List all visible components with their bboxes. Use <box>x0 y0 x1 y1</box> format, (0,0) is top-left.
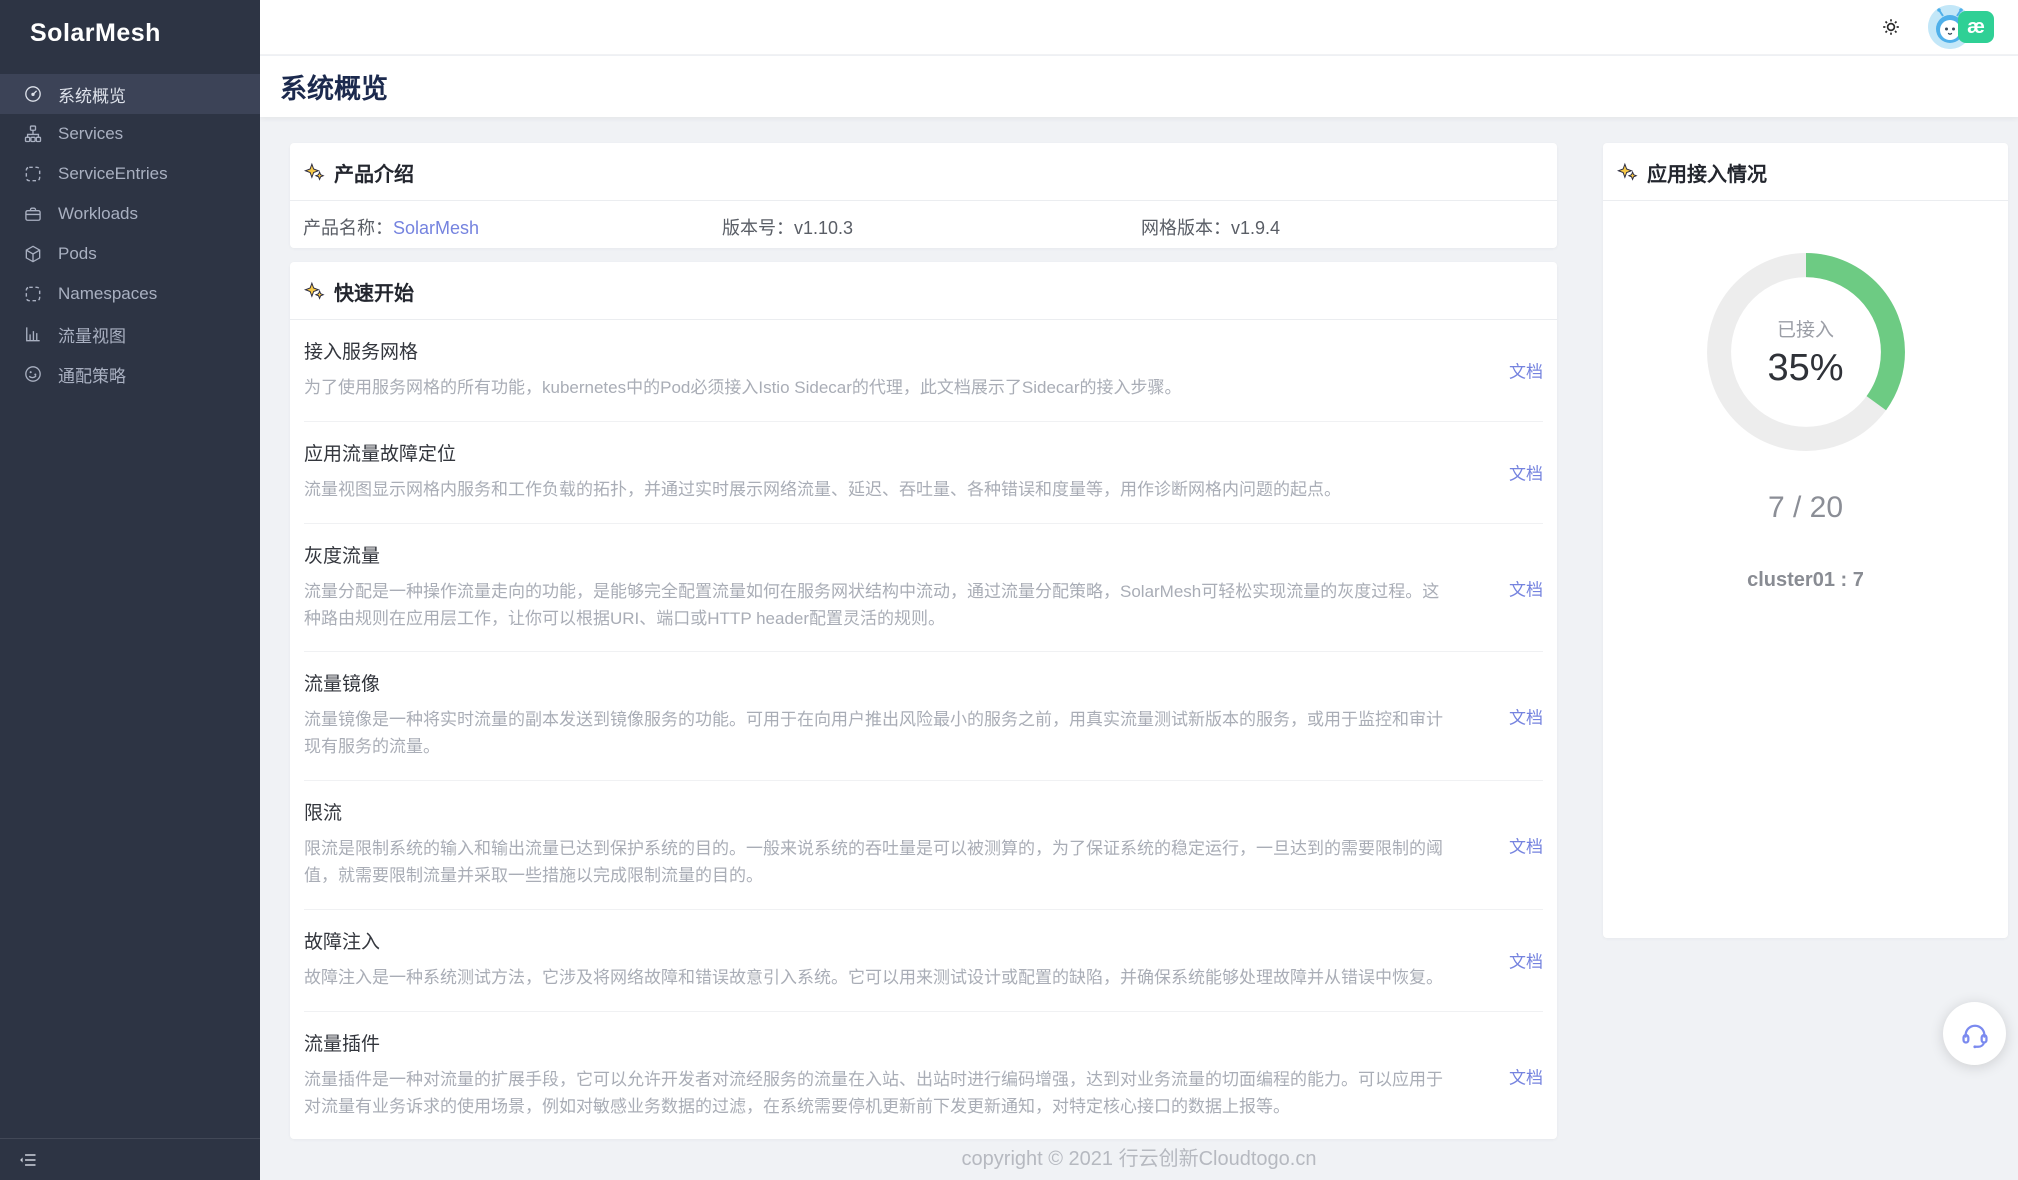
version-field: 版本号：v1.10.3 <box>722 214 853 240</box>
product-intro-card: 产品介绍 产品名称：SolarMesh 版本号：v1.10.3 网格版本：v1.… <box>290 143 1557 248</box>
product-name-link[interactable]: SolarMesh <box>393 218 479 238</box>
sidebar-item-traffic-view[interactable]: 流量视图 <box>0 314 260 354</box>
user-avatar-group: æ <box>1928 5 1994 49</box>
app-access-header: 应用接入情况 <box>1603 143 2008 201</box>
doc-link[interactable]: 文档 <box>1509 948 1543 973</box>
support-float-button[interactable] <box>1943 1002 2006 1065</box>
app-access-card: 应用接入情况 已接入 35% 7 / 20 cluster01 : 7 <box>1603 143 2008 938</box>
quickstart-item-desc: 流量镜像是一种将实时流量的副本发送到镜像服务的功能。可用于在向用户推出风险最小的… <box>304 707 1443 761</box>
services-icon <box>23 124 43 144</box>
field-label: 网格版本： <box>1141 218 1231 238</box>
doc-link[interactable]: 文档 <box>1509 358 1543 383</box>
quickstart-item: 流量插件 流量插件是一种对流量的扩展手段，它可以允许开发者对流经服务的流量在入站… <box>304 1012 1543 1140</box>
service-entries-icon <box>23 164 43 184</box>
sidebar-item-services[interactable]: Services <box>0 114 260 154</box>
doc-link[interactable]: 文档 <box>1509 460 1543 485</box>
field-value: v1.10.3 <box>794 218 853 238</box>
title-bar: 系统概览 <box>260 56 2018 117</box>
namespaces-icon <box>23 284 43 304</box>
section-title: 产品介绍 <box>334 158 414 187</box>
collapse-sidebar-icon[interactable] <box>18 1150 38 1170</box>
doc-link[interactable]: 文档 <box>1509 704 1543 729</box>
quickstart-item-desc: 流量视图显示网格内服务和工作负载的拓扑，并通过实时展示网络流量、延迟、吞吐量、各… <box>304 477 1443 504</box>
product-name-field: 产品名称：SolarMesh <box>303 214 479 240</box>
donut-center-label: 已接入 35% <box>1695 241 1917 463</box>
quickstart-header: 快速开始 <box>290 262 1557 320</box>
page-title: 系统概览 <box>280 67 388 106</box>
sidebar-item-label: 系统概览 <box>58 82 126 107</box>
quickstart-item-desc: 故障注入是一种系统测试方法，它涉及将网络故障和错误故意引入系统。它可以用来测试设… <box>304 965 1443 992</box>
field-label: 版本号： <box>722 218 794 238</box>
traffic-view-icon <box>23 324 43 344</box>
quickstart-item-title: 流量插件 <box>304 1029 1443 1056</box>
headset-icon <box>1959 1018 1991 1050</box>
quickstart-item: 接入服务网格 为了使用服务网格的所有功能，kubernetes中的Pod必须接入… <box>304 320 1543 422</box>
doc-link[interactable]: 文档 <box>1509 1063 1543 1088</box>
sidebar-item-overview[interactable]: 系统概览 <box>0 74 260 114</box>
app-logo: SolarMesh <box>0 0 260 64</box>
quickstart-item: 流量镜像 流量镜像是一种将实时流量的副本发送到镜像服务的功能。可用于在向用户推出… <box>304 652 1543 781</box>
quickstart-item: 灰度流量 流量分配是一种操作流量走向的功能，是能够完全配置流量如何在服务网状结构… <box>304 524 1543 653</box>
sidebar-item-workloads[interactable]: Workloads <box>0 194 260 234</box>
workloads-icon <box>23 204 43 224</box>
quickstart-item-desc: 为了使用服务网格的所有功能，kubernetes中的Pod必须接入Istio S… <box>304 375 1443 402</box>
doc-link[interactable]: 文档 <box>1509 833 1543 858</box>
donut-label: 已接入 <box>1777 315 1834 342</box>
quickstart-item-desc: 流量分配是一种操作流量走向的功能，是能够完全配置流量如何在服务网状结构中流动，通… <box>304 579 1443 633</box>
sidebar-item-service-entries[interactable]: ServiceEntries <box>0 154 260 194</box>
sparkle-icon <box>304 281 325 302</box>
sidebar: SolarMesh 系统概览 Services ServiceEntries W… <box>0 0 260 1180</box>
doc-link[interactable]: 文档 <box>1509 575 1543 600</box>
sidebar-item-label: Workloads <box>58 204 138 224</box>
main-column: 产品介绍 产品名称：SolarMesh 版本号：v1.10.3 网格版本：v1.… <box>290 143 1557 1139</box>
sidebar-footer <box>0 1138 260 1180</box>
access-donut-chart: 已接入 35% <box>1695 241 1917 463</box>
gear-icon[interactable] <box>1878 14 1904 40</box>
quickstart-item-title: 接入服务网格 <box>304 337 1443 364</box>
section-title: 快速开始 <box>334 277 414 306</box>
copyright-footer: copyright © 2021 行云创新Cloudtogo.cn <box>260 1142 2018 1171</box>
sidebar-item-label: ServiceEntries <box>58 164 168 184</box>
sidebar-item-pods[interactable]: Pods <box>0 234 260 274</box>
policy-icon <box>23 364 43 384</box>
access-ratio: 7 / 20 <box>1603 491 2008 525</box>
dashboard-icon <box>23 84 43 104</box>
sidebar-item-label: 通配策略 <box>58 362 126 387</box>
sidebar-item-label: Services <box>58 124 123 144</box>
quickstart-item: 应用流量故障定位 流量视图显示网格内服务和工作负载的拓扑，并通过实时展示网络流量… <box>304 422 1543 524</box>
quickstart-item-title: 故障注入 <box>304 927 1443 954</box>
sidebar-menu: 系统概览 Services ServiceEntries Workloads P… <box>0 74 260 394</box>
sidebar-item-label: Pods <box>58 244 97 264</box>
quickstart-item: 故障注入 故障注入是一种系统测试方法，它涉及将网络故障和错误故意引入系统。它可以… <box>304 910 1543 1012</box>
content-area: 产品介绍 产品名称：SolarMesh 版本号：v1.10.3 网格版本：v1.… <box>260 117 2018 1180</box>
sparkle-icon <box>304 162 325 183</box>
field-value: v1.9.4 <box>1231 218 1280 238</box>
quickstart-item-desc: 流量插件是一种对流量的扩展手段，它可以允许开发者对流经服务的流量在入站、出站时进… <box>304 1067 1443 1121</box>
pods-icon <box>23 244 43 264</box>
sidebar-item-policy[interactable]: 通配策略 <box>0 354 260 394</box>
sidebar-item-label: 流量视图 <box>58 322 126 347</box>
product-intro-header: 产品介绍 <box>290 143 1557 201</box>
field-label: 产品名称： <box>303 218 393 238</box>
sidebar-item-label: Namespaces <box>58 284 157 304</box>
ae-badge[interactable]: æ <box>1958 11 1994 43</box>
quickstart-item-title: 应用流量故障定位 <box>304 439 1443 466</box>
sparkle-icon <box>1617 162 1638 183</box>
product-info-row: 产品名称：SolarMesh 版本号：v1.10.3 网格版本：v1.9.4 <box>290 201 1557 248</box>
top-bar: æ <box>260 0 2018 55</box>
quickstart-item-desc: 限流是限制系统的输入和输出流量已达到保护系统的目的。一般来说系统的吞吐量是可以被… <box>304 836 1443 890</box>
quickstart-item-title: 限流 <box>304 798 1443 825</box>
sidebar-item-namespaces[interactable]: Namespaces <box>0 274 260 314</box>
cluster-count: cluster01 : 7 <box>1603 569 2008 592</box>
section-title: 应用接入情况 <box>1647 158 1767 187</box>
quickstart-list: 接入服务网格 为了使用服务网格的所有功能，kubernetes中的Pod必须接入… <box>290 320 1557 1139</box>
mesh-version-field: 网格版本：v1.9.4 <box>1141 214 1280 240</box>
donut-percent: 35% <box>1767 347 1843 390</box>
quickstart-item-title: 流量镜像 <box>304 669 1443 696</box>
quickstart-item-title: 灰度流量 <box>304 541 1443 568</box>
quickstart-item: 限流 限流是限制系统的输入和输出流量已达到保护系统的目的。一般来说系统的吞吐量是… <box>304 781 1543 910</box>
quickstart-card: 快速开始 接入服务网格 为了使用服务网格的所有功能，kubernetes中的Po… <box>290 262 1557 1139</box>
